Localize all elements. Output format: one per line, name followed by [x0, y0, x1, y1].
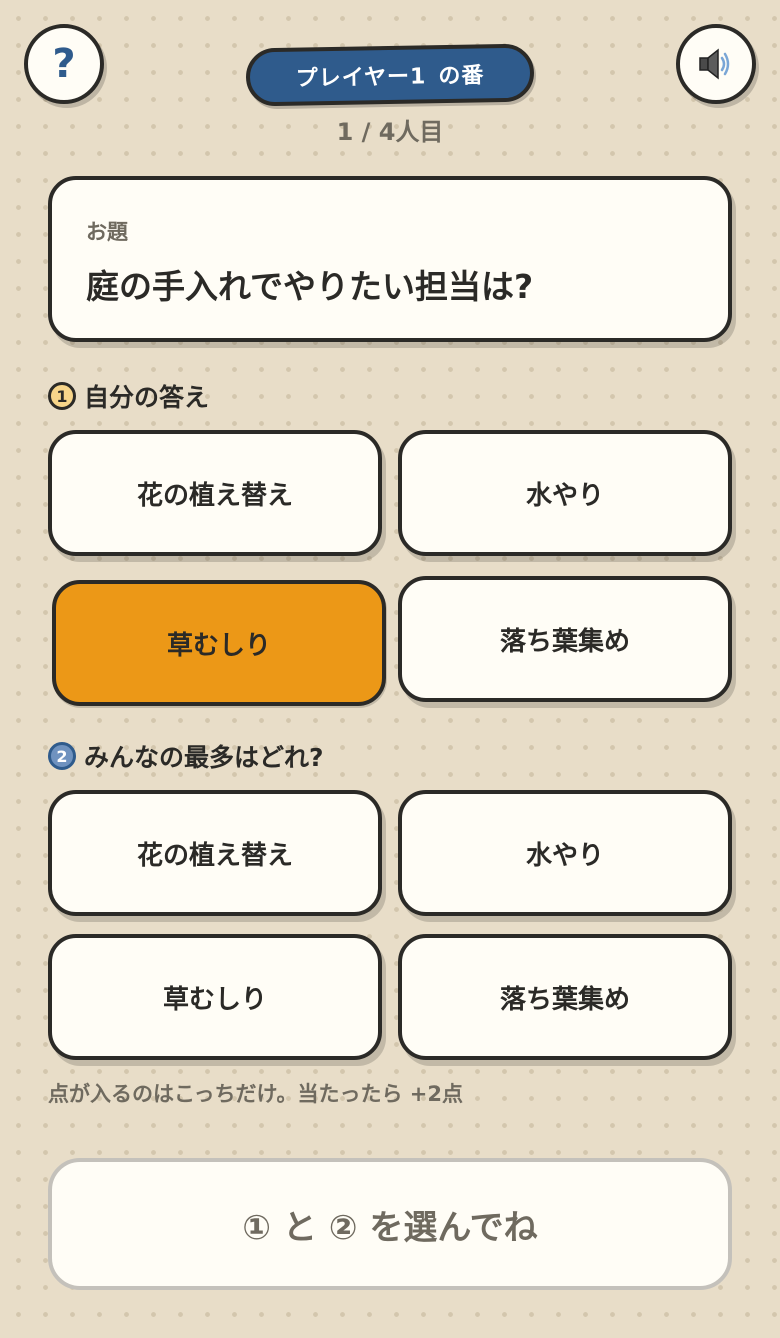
sound-button[interactable]: [676, 24, 756, 104]
submit-button[interactable]: ① と ② を選んでね: [48, 1158, 732, 1290]
help-button[interactable]: ?: [24, 24, 104, 104]
own-answer-option[interactable]: 花の植え替え: [48, 430, 382, 556]
majority-guess-option[interactable]: 花の植え替え: [48, 790, 382, 916]
speaker-icon: [699, 48, 730, 80]
step-badge: 1: [48, 382, 76, 410]
turn-player: プレイヤー1: [295, 64, 427, 92]
majority-guess-option[interactable]: 水やり: [398, 790, 732, 916]
topic-label: お題: [86, 220, 128, 244]
topic-text: 庭の手入れでやりたい担当は?: [86, 267, 534, 306]
own-answer-option[interactable]: 落ち葉集め: [398, 576, 732, 702]
own-answer-option[interactable]: 水やり: [398, 430, 732, 556]
turn-suffix: の番: [438, 63, 485, 90]
section-majority-guess-heading: 2 みんなの最多はどれ?: [48, 738, 324, 774]
section-title: 自分の答え: [84, 383, 210, 412]
player-count: 1 / 4人目: [336, 118, 444, 146]
own-answer-option-selected[interactable]: 草むしり: [52, 580, 386, 706]
scoring-note: 点が入るのはこっちだけ。当たったら +2点: [48, 1082, 463, 1106]
section-own-answer-heading: 1 自分の答え: [48, 378, 209, 414]
majority-guess-option[interactable]: 落ち葉集め: [398, 934, 732, 1060]
turn-indicator: プレイヤー1 の番: [245, 43, 535, 107]
majority-guess-option[interactable]: 草むしり: [48, 934, 382, 1060]
help-icon: ?: [52, 41, 76, 87]
topic-card: お題 庭の手入れでやりたい担当は?: [48, 176, 732, 342]
step-badge: 2: [48, 742, 76, 770]
section-title: みんなの最多はどれ?: [84, 743, 324, 772]
